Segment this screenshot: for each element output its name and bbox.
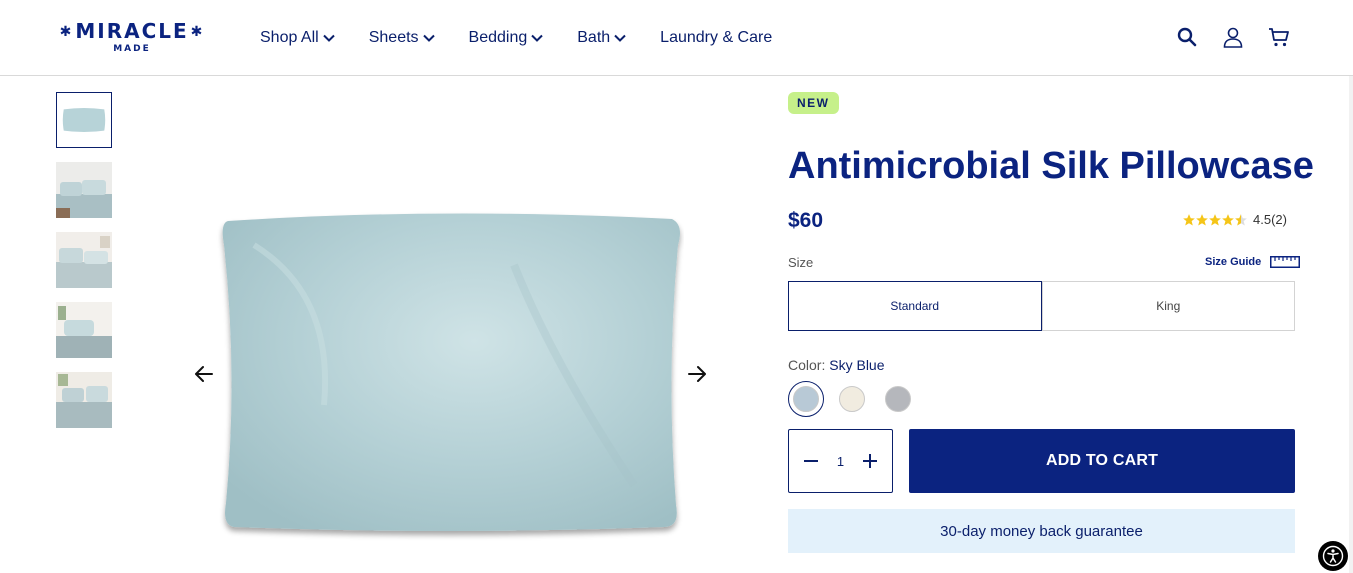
nav-bedding[interactable]: Bedding: [469, 29, 544, 47]
chevron-down-icon: [422, 34, 435, 42]
bed-thumbnail-image: [56, 302, 112, 358]
chevron-down-icon: [614, 34, 626, 42]
accessibility-icon: [1322, 545, 1344, 567]
product-price: $60: [788, 209, 824, 232]
pillow-thumbnail-image: [57, 93, 111, 147]
swatch-color: [839, 386, 865, 412]
main-product-image: [222, 213, 680, 531]
size-guide-label: Size Guide: [1205, 256, 1262, 268]
search-icon[interactable]: [1176, 26, 1198, 48]
nav-label: Bath: [577, 29, 611, 46]
chevron-down-icon: [531, 34, 543, 42]
cart-icon[interactable]: [1268, 26, 1290, 48]
nav-label: Laundry & Care: [660, 29, 773, 46]
color-label: Color: Sky Blue: [788, 357, 885, 373]
nav-sheets[interactable]: Sheets: [369, 29, 435, 47]
bed-thumbnail-image: [56, 232, 112, 288]
arrow-right-icon[interactable]: [685, 362, 709, 386]
nav-shop-all[interactable]: Shop All: [260, 29, 335, 47]
color-selected-value: Sky Blue: [829, 357, 885, 373]
brand-sub: MADE: [113, 44, 151, 54]
size-option-standard[interactable]: Standard: [788, 281, 1042, 331]
star-icon: [1196, 213, 1208, 226]
size-guide-link[interactable]: Size Guide: [1205, 256, 1301, 268]
nav-label: Sheets: [368, 29, 419, 46]
nav-laundry-care[interactable]: Laundry & Care: [660, 29, 772, 47]
thumbnail-list: [56, 92, 114, 442]
swatch-color: [885, 386, 911, 412]
size-label: Size: [788, 255, 814, 270]
header-actions: [1176, 26, 1290, 48]
star-icon: [1209, 213, 1221, 226]
nav-label: Bedding: [468, 29, 528, 46]
thumbnail-bed-1[interactable]: [56, 162, 112, 218]
thumbnail-bed-4[interactable]: [56, 372, 112, 428]
bed-thumbnail-image: [56, 372, 112, 428]
brand-logo[interactable]: ✱ MIRACLE ✱ MADE: [56, 19, 208, 57]
minus-icon[interactable]: [803, 453, 819, 469]
product-title: Antimicrobial Silk Pillowcase: [788, 145, 1314, 187]
add-to-cart-button[interactable]: ADD TO CART: [909, 429, 1295, 493]
main-nav: Shop All Sheets Bedding Bath Laundry & C…: [260, 27, 806, 49]
rating-count: (2): [1271, 212, 1287, 227]
size-options: Standard King: [788, 281, 1295, 331]
color-swatches: [788, 381, 926, 417]
brand-name: MIRACLE: [75, 19, 189, 43]
rating-stars: [1182, 213, 1247, 227]
nav-bath[interactable]: Bath: [577, 29, 626, 47]
star-half-icon: [1235, 213, 1247, 226]
guarantee-banner: 30-day money back guarantee: [788, 509, 1295, 553]
thumbnail-bed-2[interactable]: [56, 232, 112, 288]
nav-label: Shop All: [260, 29, 319, 46]
thumbnail-pillowcase[interactable]: [56, 92, 112, 148]
color-label-prefix: Color:: [788, 357, 826, 373]
plus-icon[interactable]: [862, 453, 878, 469]
product-rating[interactable]: 4.5 (2): [1182, 212, 1287, 227]
account-icon[interactable]: [1222, 26, 1244, 48]
swatch-color: [793, 386, 819, 412]
quantity-value[interactable]: 1: [837, 454, 844, 469]
new-badge: NEW: [788, 92, 839, 114]
logo-star-icon: ✱: [59, 24, 74, 40]
ruler-icon: [1270, 256, 1301, 268]
size-option-king[interactable]: King: [1041, 281, 1295, 331]
rating-value: 4.5: [1253, 212, 1272, 227]
page-scrollbar[interactable]: [1349, 76, 1353, 573]
chevron-down-icon: [323, 34, 335, 42]
swatch-ivory[interactable]: [834, 381, 870, 417]
arrow-left-icon[interactable]: [192, 362, 216, 386]
site-header: ✱ MIRACLE ✱ MADE Shop All Sheets Bedding B…: [0, 0, 1353, 76]
star-icon: [1222, 213, 1234, 226]
swatch-grey[interactable]: [880, 381, 916, 417]
thumbnail-bed-3[interactable]: [56, 302, 112, 358]
logo-star-icon: ✱: [190, 24, 205, 40]
accessibility-button[interactable]: [1318, 541, 1348, 571]
quantity-stepper: 1: [788, 429, 893, 493]
swatch-sky-blue[interactable]: [788, 381, 824, 417]
bed-thumbnail-image: [56, 162, 112, 218]
star-icon: [1183, 213, 1195, 226]
